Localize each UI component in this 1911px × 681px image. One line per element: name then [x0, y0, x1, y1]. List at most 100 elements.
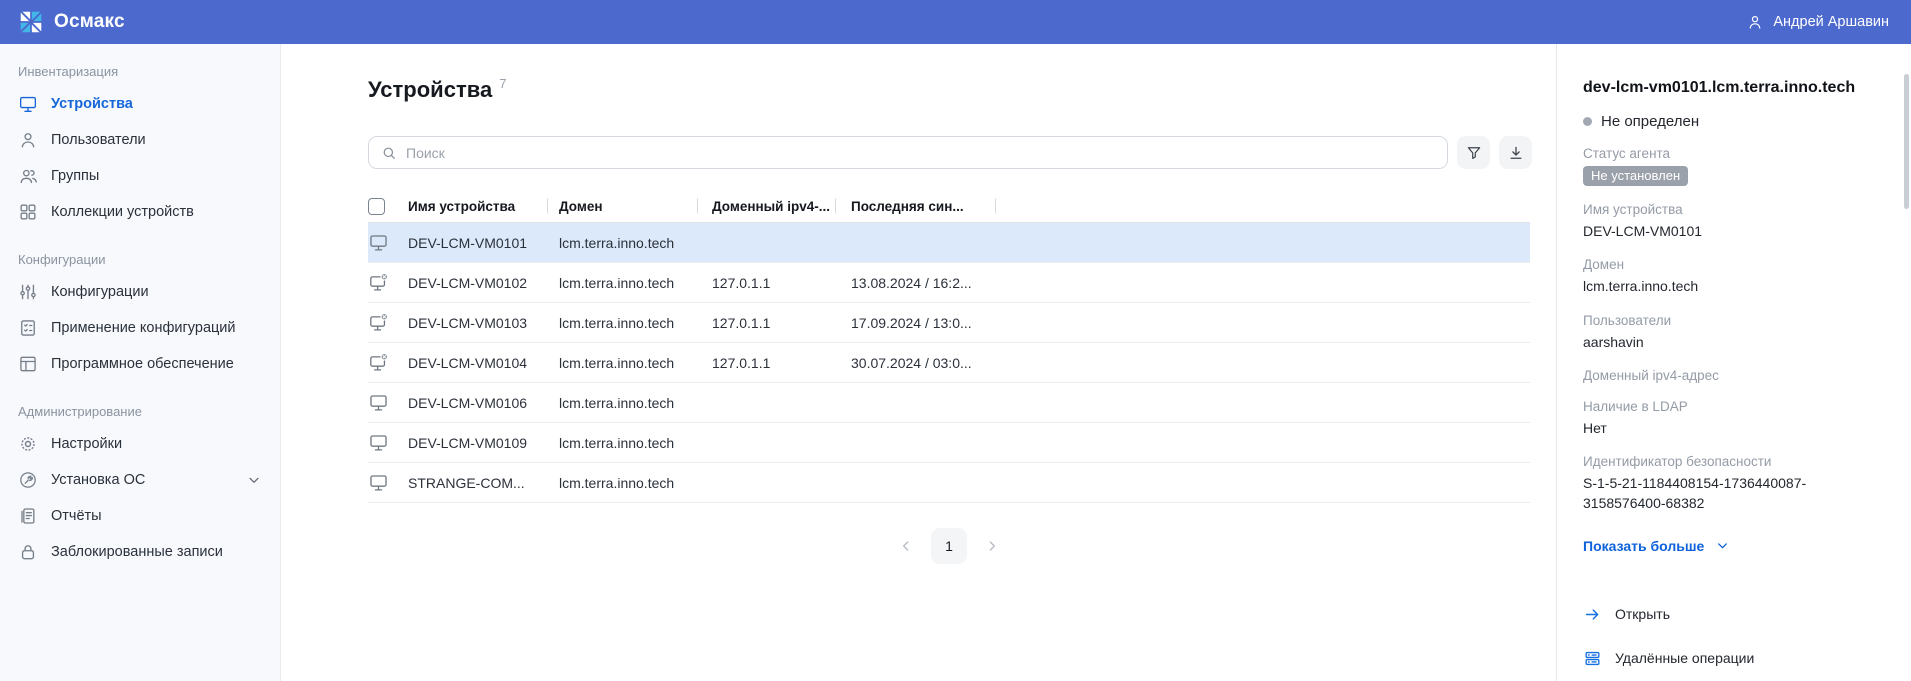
device-domain: lcm.terra.inno.tech — [547, 475, 697, 491]
report-icon — [18, 506, 38, 526]
monitor-offline-icon — [368, 272, 390, 294]
filter-button[interactable] — [1457, 136, 1490, 169]
select-all-checkbox[interactable] — [368, 198, 385, 215]
sidebar-section-title: Инвентаризация — [0, 54, 280, 86]
show-more-link[interactable]: Показать больше — [1583, 538, 1887, 554]
sidebar-item-configurations[interactable]: Конфигурации — [0, 274, 280, 310]
field-agent-status: Статус агента Не установлен — [1583, 146, 1887, 186]
column-header-domain[interactable]: Домен — [547, 199, 697, 214]
user-menu[interactable]: Андрей Аршавин — [1746, 13, 1889, 31]
sidebar-item-devices[interactable]: Устройства — [0, 86, 280, 122]
chevron-right-icon[interactable] — [984, 538, 1000, 554]
scrollbar-thumb[interactable] — [1904, 74, 1909, 209]
device-count: 7 — [499, 76, 506, 91]
device-domain: lcm.terra.inno.tech — [547, 355, 697, 371]
field-label: Наличие в LDAP — [1583, 399, 1887, 414]
device-name: DEV-LCM-VM0102 — [408, 275, 547, 291]
sidebar-item-blocked-records[interactable]: Заблокированные записи — [0, 534, 280, 570]
sidebar-item-label: Применение конфигураций — [51, 320, 236, 336]
device-status: Не определен — [1583, 113, 1887, 130]
server-icon — [1583, 649, 1602, 668]
chevron-down-icon[interactable] — [246, 472, 262, 488]
device-ip: 127.0.1.1 — [697, 315, 835, 331]
device-name: DEV-LCM-VM0106 — [408, 395, 547, 411]
sidebar-item-label: Установка ОС — [51, 472, 145, 488]
field-value: Нет — [1583, 418, 1887, 438]
chevron-left-icon[interactable] — [898, 538, 914, 554]
field-ldap: Наличие в LDAP Нет — [1583, 399, 1887, 438]
search-icon — [381, 145, 397, 161]
field-label: Доменный ipv4-адрес — [1583, 368, 1887, 383]
device-details-panel: dev-lcm-vm0101.lcm.terra.inno.tech Не оп… — [1556, 44, 1911, 681]
sliders-icon — [18, 282, 38, 302]
action-open[interactable]: Открыть — [1583, 598, 1887, 631]
device-domain: lcm.terra.inno.tech — [547, 435, 697, 451]
table-row[interactable]: STRANGE-COM... lcm.terra.inno.tech — [368, 463, 1530, 503]
sidebar-item-groups[interactable]: Группы — [0, 158, 280, 194]
sidebar-item-settings[interactable]: Настройки — [0, 426, 280, 462]
field-value: lcm.terra.inno.tech — [1583, 276, 1887, 296]
column-header-last-sync[interactable]: Последняя син... — [835, 199, 995, 214]
sidebar-section-title: Конфигурации — [0, 242, 280, 274]
table-row[interactable]: DEV-LCM-VM0103 lcm.terra.inno.tech 127.0… — [368, 303, 1530, 343]
sidebar-item-users[interactable]: Пользователи — [0, 122, 280, 158]
sidebar-item-label: Группы — [51, 168, 99, 184]
device-ip: 127.0.1.1 — [697, 275, 835, 291]
layout-icon — [18, 354, 38, 374]
table-row[interactable]: DEV-LCM-VM0109 lcm.terra.inno.tech — [368, 423, 1530, 463]
checklist-icon — [18, 318, 38, 338]
action-remote-operations[interactable]: Удалённые операции — [1583, 642, 1887, 675]
sidebar-item-software[interactable]: Программное обеспечение — [0, 346, 280, 382]
sidebar-item-label: Устройства — [51, 96, 133, 112]
device-last-sync: 17.09.2024 / 13:0... — [835, 315, 995, 331]
sidebar-item-label: Отчёты — [51, 508, 102, 524]
column-header-name[interactable]: Имя устройства — [408, 199, 547, 214]
monitor-icon — [368, 392, 390, 414]
sidebar-item-label: Заблокированные записи — [51, 544, 223, 560]
column-header-ip[interactable]: Доменный ipv4-... — [697, 199, 835, 214]
monitor-offline-icon — [368, 312, 390, 334]
grid-icon — [18, 202, 38, 222]
device-name: STRANGE-COM... — [408, 475, 547, 491]
field-users: Пользователи aarshavin — [1583, 313, 1887, 352]
download-button[interactable] — [1499, 136, 1532, 169]
sidebar-item-apply-configurations[interactable]: Применение конфигураций — [0, 310, 280, 346]
sidebar-item-label: Настройки — [51, 436, 122, 452]
monitor-offline-icon — [368, 352, 390, 374]
sidebar-item-device-collections[interactable]: Коллекции устройств — [0, 194, 280, 230]
app-name: Осмакс — [54, 11, 125, 33]
devices-table: Имя устройства Домен Доменный ipv4-... П… — [368, 190, 1530, 503]
device-name: DEV-LCM-VM0103 — [408, 315, 547, 331]
monitor-icon — [18, 94, 38, 114]
field-value: aarshavin — [1583, 332, 1887, 352]
table-row[interactable]: DEV-LCM-VM0104 lcm.terra.inno.tech 127.0… — [368, 343, 1530, 383]
page-number[interactable]: 1 — [931, 528, 967, 564]
chevron-down-icon — [1715, 538, 1730, 553]
device-last-sync: 13.08.2024 / 16:2... — [835, 275, 995, 291]
table-row[interactable]: DEV-LCM-VM0101 lcm.terra.inno.tech — [368, 223, 1530, 263]
user-icon — [1746, 13, 1764, 31]
arrow-right-icon — [1583, 605, 1602, 624]
main-content: Устройства7 — [281, 44, 1556, 681]
search-input[interactable] — [406, 145, 1435, 161]
search-box[interactable] — [368, 136, 1448, 169]
show-more-label: Показать больше — [1583, 538, 1704, 554]
device-domain: lcm.terra.inno.tech — [547, 275, 697, 291]
field-value: DEV-LCM-VM0101 — [1583, 221, 1887, 241]
action-label: Открыть — [1615, 606, 1670, 622]
sidebar-item-reports[interactable]: Отчёты — [0, 498, 280, 534]
app-logo[interactable]: Осмакс — [18, 9, 125, 35]
table-row[interactable]: DEV-LCM-VM0102 lcm.terra.inno.tech 127.0… — [368, 263, 1530, 303]
sidebar-item-label: Конфигурации — [51, 284, 149, 300]
device-name: DEV-LCM-VM0109 — [408, 435, 547, 451]
pagination: 1 — [368, 528, 1530, 564]
table-row[interactable]: DEV-LCM-VM0106 lcm.terra.inno.tech — [368, 383, 1530, 423]
field-label: Статус агента — [1583, 146, 1887, 161]
device-name: DEV-LCM-VM0104 — [408, 355, 547, 371]
field-security-id: Идентификатор безопасности S-1-5-21-1184… — [1583, 454, 1887, 514]
user-icon — [18, 130, 38, 150]
monitor-icon — [368, 232, 390, 254]
field-domain-ip: Доменный ipv4-адрес — [1583, 368, 1887, 383]
toolbar — [368, 136, 1556, 169]
sidebar-item-os-install[interactable]: Установка ОС — [0, 462, 280, 498]
